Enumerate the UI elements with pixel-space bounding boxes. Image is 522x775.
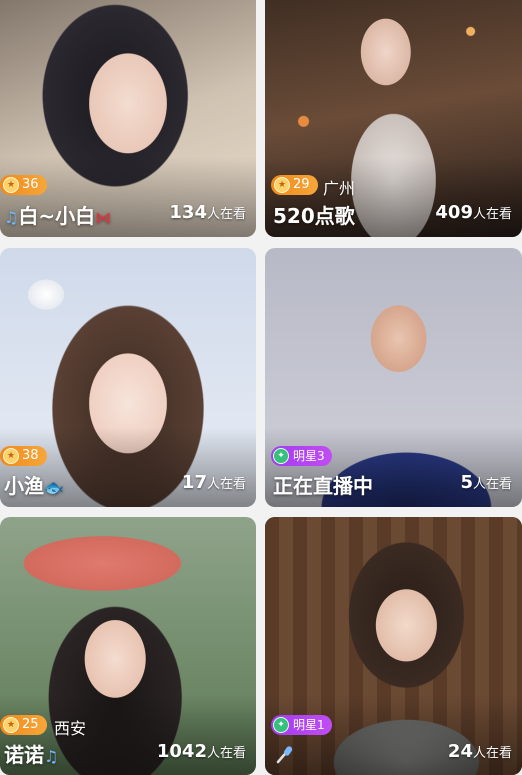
medal-icon: ★: [3, 717, 19, 733]
live-room-card[interactable]: ★ 36 ♫白~小白⋈ 134人在看: [0, 0, 256, 237]
level-value: 36: [22, 177, 39, 192]
level-value: 29: [293, 177, 310, 192]
star-level-value: 明星3: [293, 449, 325, 463]
music-note-icon: ♫: [44, 747, 59, 766]
star-level-value: 明星1: [293, 718, 325, 732]
star-level-badge: ✦ 明星3: [271, 446, 332, 466]
viewer-count: 17人在看: [181, 472, 246, 493]
room-name: 520点歌: [273, 204, 355, 228]
level-badge: ★ 36: [0, 175, 47, 195]
microphone-icon: [276, 746, 293, 764]
medal-icon: ★: [3, 177, 19, 193]
room-name: 诺诺♫: [4, 739, 58, 768]
room-name: ♫白~小白⋈: [4, 200, 111, 229]
viewer-count: 1042人在看: [156, 741, 246, 762]
level-value: 25: [22, 717, 39, 732]
level-badge: ★ 25: [0, 715, 47, 735]
medal-icon: ★: [3, 448, 19, 464]
star-medal-icon: ✦: [273, 717, 289, 733]
medal-icon: ★: [274, 177, 290, 193]
bow-icon: ⋈: [95, 208, 112, 227]
live-room-card[interactable]: ★ 25 西安 诺诺♫ 1042人在看: [0, 517, 256, 775]
room-name-text: 小渔: [4, 474, 44, 498]
fish-icon: 🐟: [44, 478, 64, 497]
music-note-icon: ♫: [4, 208, 19, 227]
level-badge: ★ 29: [271, 175, 318, 195]
live-room-card[interactable]: ★ 38 小渔🐟 17人在看: [0, 248, 256, 507]
viewer-count: 24人在看: [447, 741, 512, 762]
live-room-grid: ★ 36 ♫白~小白⋈ 134人在看 ★ 29 广州 520点歌 409人在看 …: [0, 0, 522, 775]
viewer-count: 409人在看: [435, 202, 512, 223]
level-badge: ★ 38: [0, 446, 47, 466]
level-value: 38: [22, 448, 39, 463]
live-room-card[interactable]: ✦ 明星3 正在直播中 5人在看: [265, 248, 522, 507]
live-room-card[interactable]: ★ 29 广州 520点歌 409人在看: [265, 0, 522, 237]
city-label: 广州: [323, 179, 356, 198]
room-name-text: 白~小白: [18, 204, 96, 228]
star-medal-icon: ✦: [273, 448, 289, 464]
city-label: 西安: [54, 719, 87, 738]
room-name: 小渔🐟: [4, 470, 64, 499]
room-name: 正在直播中: [273, 474, 373, 498]
viewer-count: 134人在看: [169, 202, 246, 223]
star-level-badge: ✦ 明星1: [271, 715, 332, 735]
viewer-count: 5人在看: [460, 472, 512, 493]
room-name-text: 诺诺: [4, 743, 44, 767]
live-room-card[interactable]: ✦ 明星1 24人在看: [265, 517, 522, 775]
